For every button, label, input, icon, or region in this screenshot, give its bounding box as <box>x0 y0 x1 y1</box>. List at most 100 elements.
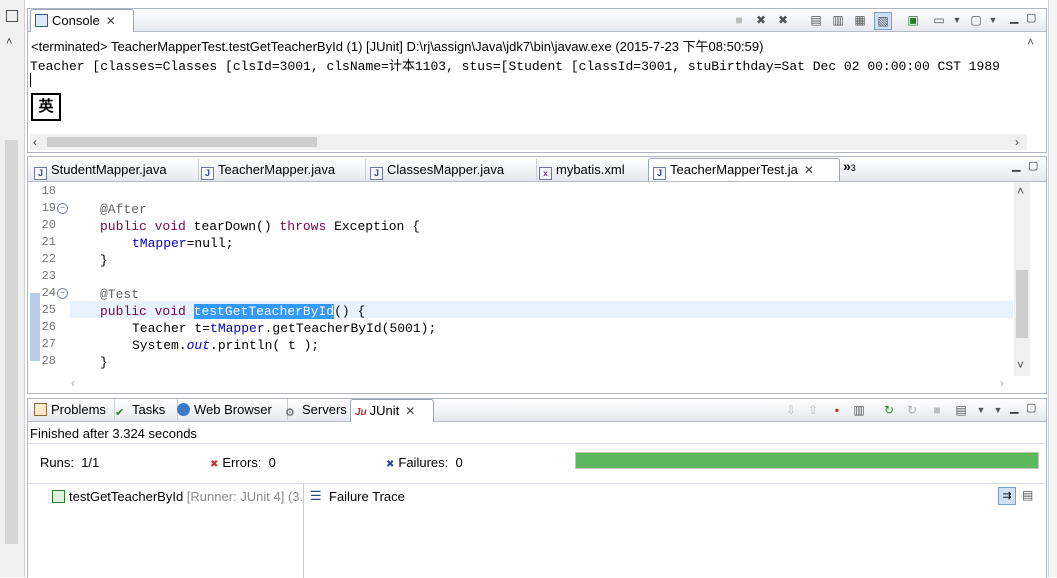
close-icon[interactable]: ✕ <box>405 404 415 418</box>
code-text: } <box>100 253 108 268</box>
chevron-up-icon[interactable]: ˄ <box>6 36 12 48</box>
error-icon: ✖ <box>210 459 219 470</box>
code-text: .println( t ); <box>210 338 320 353</box>
tab-label: Servers <box>302 402 347 417</box>
test-tree: testGetTeacherById [Runner: JUnit 4] (3. <box>28 484 304 578</box>
code-line-22: } <box>100 252 108 269</box>
tab-servers[interactable]: ⚙ Servers <box>281 399 358 420</box>
compare-result-icon[interactable]: ▤ <box>1022 488 1033 502</box>
code-text: tearDown() <box>185 219 280 234</box>
stop-icon[interactable]: ■ <box>929 402 945 418</box>
console-hscrollbar[interactable]: ‹ › <box>30 134 1027 150</box>
code-line-21: tMapper=null; <box>132 235 233 252</box>
tab-problems[interactable]: Problems <box>30 399 115 420</box>
minimize-icon[interactable]: ▁ <box>1012 159 1020 172</box>
scroll-lock-icon[interactable]: ▥ <box>830 12 846 28</box>
tab-overflow-button[interactable]: »3 <box>843 158 856 174</box>
filter-stack-icon[interactable]: ⇉ <box>998 487 1016 505</box>
tab-label: mybatis.xml <box>556 162 625 177</box>
code-text: } <box>100 355 108 370</box>
tab-classes-mapper[interactable]: J ClassesMapper.java <box>366 159 537 180</box>
fold-collapse-icon[interactable]: − <box>57 203 68 214</box>
scroll-left-icon[interactable]: ‹ <box>33 135 37 149</box>
scroll-right-icon[interactable]: › <box>1015 135 1019 149</box>
list-icon: ☰ <box>310 488 322 503</box>
editor-vscroll-thumb[interactable] <box>1016 270 1028 338</box>
scroll-up-icon[interactable]: ˄ <box>1027 35 1034 49</box>
keyword: public <box>100 304 147 319</box>
tab-mybatis-xml[interactable]: x mybatis.xml <box>535 159 654 180</box>
tab-teacher-mapper[interactable]: J TeacherMapper.java <box>197 159 366 180</box>
selected-method-name[interactable]: testGetTeacherById <box>193 304 335 319</box>
display-console-icon[interactable]: ▭ <box>931 12 947 28</box>
finished-status: Finished after 3.324 seconds <box>30 426 197 441</box>
word-wrap-icon[interactable]: ▦ <box>852 12 868 28</box>
scroll-up-icon[interactable]: ˄ <box>1017 184 1024 198</box>
tab-tasks[interactable]: ✔ Tasks <box>111 399 178 420</box>
remove-all-terminated-icon[interactable]: ✖ <box>775 12 791 28</box>
close-icon[interactable]: ✕ <box>106 14 116 28</box>
test-tree-item[interactable]: testGetTeacherById [Runner: JUnit 4] (3. <box>52 489 303 504</box>
next-failure-icon[interactable]: ⇩ <box>783 402 799 418</box>
text-caret <box>30 73 31 87</box>
scroll-left-icon[interactable]: ‹ <box>71 376 75 390</box>
tab-console[interactable]: Console ✕ <box>30 9 134 32</box>
line-number: 25 <box>41 303 56 317</box>
tab-web-browser[interactable]: Web Browser <box>173 399 288 420</box>
chevron-down-icon[interactable]: ▼ <box>949 12 965 28</box>
maximize-icon[interactable]: ▢ <box>1026 11 1036 24</box>
rerun-failed-icon[interactable]: ↻ <box>904 402 920 418</box>
rerun-test-icon[interactable]: ↻ <box>881 402 897 418</box>
test-passed-icon <box>52 490 65 503</box>
failures-counter: ✖ Failures: 0 <box>386 455 463 470</box>
close-icon[interactable]: ✕ <box>804 163 814 177</box>
console-icon <box>35 14 48 27</box>
code-text: Exception { <box>326 219 420 234</box>
open-console-icon[interactable]: ▢ <box>968 12 984 28</box>
annotation: @Test <box>100 287 140 302</box>
chevron-down-icon[interactable]: ▼ <box>973 402 989 418</box>
line-number: 28 <box>41 354 56 368</box>
errors-label: Errors: <box>222 455 262 470</box>
console-output-line[interactable]: Teacher [classes=Classes [clsId=3001, cl… <box>30 55 1030 74</box>
maximize-icon[interactable]: ▢ <box>1026 401 1036 414</box>
console-hscroll-thumb[interactable] <box>47 137 317 147</box>
clear-console-icon[interactable]: ▤ <box>808 12 824 28</box>
chevron-down-icon[interactable]: ▼ <box>985 12 1001 28</box>
pin-console-icon[interactable]: ▣ <box>905 12 921 28</box>
line-number: 24 <box>41 286 56 300</box>
scroll-lock-icon[interactable]: ▥ <box>851 402 867 418</box>
previous-failure-icon[interactable]: ⇧ <box>805 402 821 418</box>
show-on-output-icon[interactable]: ▧ <box>874 12 892 30</box>
fold-collapse-icon[interactable]: − <box>57 288 68 299</box>
history-icon[interactable]: ▤ <box>953 402 969 418</box>
annotation: @After <box>100 202 147 217</box>
code-text: =null; <box>186 236 234 251</box>
tab-teacher-mapper-test[interactable]: J TeacherMapperTest.ja ✕ <box>648 158 840 181</box>
editor-hscrollbar[interactable]: ‹ › <box>68 375 1014 391</box>
terminate-icon[interactable]: ■ <box>731 12 747 28</box>
keyword: void <box>154 219 186 234</box>
maximize-icon[interactable]: ▢ <box>1028 159 1038 172</box>
tab-junit[interactable]: Ju JUnit ✕ <box>350 399 434 422</box>
code-area[interactable]: 18 19 20 21 22 23 24 25 26 27 28 − − @Af… <box>28 183 1013 375</box>
minimize-icon[interactable]: ▁ <box>1010 11 1018 24</box>
show-failures-only-icon[interactable]: ▪ <box>829 402 845 418</box>
servers-icon: ⚙ <box>285 407 295 419</box>
junit-icon: Ju <box>355 407 367 418</box>
line-number: 18 <box>41 184 56 198</box>
left-scrollbar[interactable] <box>5 140 18 544</box>
tab-student-mapper[interactable]: J StudentMapper.java <box>30 159 199 180</box>
editor-vscrollbar[interactable]: ˄ ˅ <box>1014 182 1030 376</box>
restore-icon[interactable] <box>6 10 18 22</box>
scroll-right-icon[interactable]: › <box>1000 376 1004 390</box>
remove-launch-icon[interactable]: ✖ <box>753 12 769 28</box>
line-number: 23 <box>41 269 56 283</box>
minimize-icon[interactable]: ▁ <box>1010 401 1018 414</box>
line-number: 20 <box>41 218 56 232</box>
view-menu-icon[interactable]: ▼ <box>990 402 1006 418</box>
scroll-down-icon[interactable]: ˅ <box>1017 358 1024 372</box>
code-text: () { <box>334 304 366 319</box>
keyword: throws <box>279 219 327 234</box>
field-ref: tMapper <box>210 321 265 336</box>
